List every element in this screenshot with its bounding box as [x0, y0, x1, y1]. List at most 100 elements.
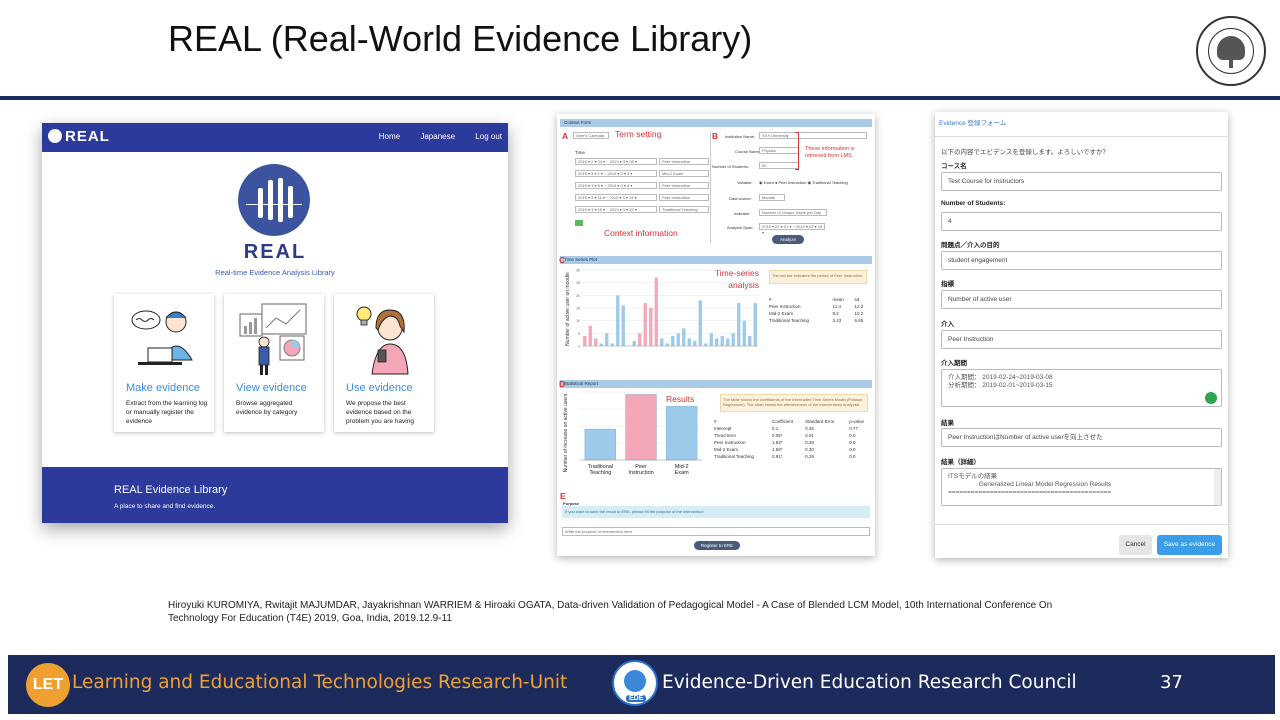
ts-bar	[649, 308, 653, 346]
save-evidence-button[interactable]: Save as evidence	[1157, 535, 1222, 555]
result-field[interactable]: Peer InstructionはNumber of active userを向…	[941, 428, 1222, 447]
variable-radio-group[interactable]: ◉ Exam ● Peer Instruction ◉ Traditional …	[759, 180, 848, 185]
ts-bar	[726, 338, 730, 346]
term-type[interactable]: Mid-2 Exam	[659, 170, 709, 177]
term-type[interactable]: Peer Instruction	[659, 194, 709, 201]
detail-field[interactable]: ITSモデルの結果 Generalized Linear Model Regre…	[941, 468, 1222, 506]
evidence-form-screenshot: Evidence 登録フォーム 以下の内容でエビデンスを登録します。よろしいです…	[935, 112, 1228, 558]
intervention-field[interactable]: Peer Instruction	[941, 330, 1222, 349]
term-date-range[interactable]: 2019 ▾ 2 ▾ 24 ▾ ~ 2019 ▾ 3 ▾ 08 ▾	[575, 158, 657, 165]
term-type[interactable]: Peer Instruction	[659, 158, 709, 165]
view-evidence-card[interactable]: View evidence Browse aggregated evidence…	[224, 294, 324, 432]
ts-bar	[643, 302, 647, 346]
students-input[interactable]: 50	[759, 162, 799, 169]
ts-bar	[638, 333, 642, 346]
term-type[interactable]: Traditional Teaching	[659, 206, 709, 213]
period-label: 介入期間	[941, 360, 967, 367]
table-cell: Traditional Teaching	[714, 454, 755, 459]
nav-home-link[interactable]: Home	[379, 132, 400, 141]
purpose-input[interactable]: Write the purpose or intervention here	[562, 527, 870, 536]
tick-label: 10	[576, 319, 580, 323]
indicator-field[interactable]: Number of active user	[941, 290, 1222, 309]
divider	[710, 131, 711, 243]
ts-bar	[715, 338, 719, 346]
students-label: Number of Students:	[941, 200, 1006, 207]
table-cell: 0.77	[849, 426, 859, 431]
table-row: Mid-2 Exam 1.58* 0.30 0.0	[712, 446, 872, 453]
real-nav-logo[interactable]: REAL	[48, 128, 110, 145]
table-cell: Mid-2 Exam	[714, 447, 739, 452]
term-date-range[interactable]: 2019 ▾ 3 ▾ 1 ▾ ~ 2019 ▾ 3 ▾ 5 ▾	[575, 170, 657, 177]
institution-input[interactable]: XXX University	[759, 132, 867, 139]
analysis-span-label: Analysis Span:	[727, 225, 754, 230]
term-date-range[interactable]: 2019 ▾ 3 ▾ 6 ▾ ~ 2019 ▾ 3 ▾ 8 ▾	[575, 182, 657, 189]
nav-japanese-link[interactable]: Japanese	[420, 132, 455, 141]
problem-label: 問題点／介入の目的	[941, 242, 1000, 249]
ts-bar	[682, 328, 686, 346]
context-info-label: Context information	[604, 228, 678, 238]
ts-bar	[605, 333, 609, 346]
ts-bar	[737, 302, 741, 346]
ts-bar	[709, 333, 713, 346]
form-intro: 以下の内容でエビデンスを登録します。よろしいですか？	[941, 149, 1110, 156]
term-type[interactable]: Peer Instruction	[659, 182, 709, 189]
table-cell: 8.2	[832, 311, 839, 316]
real-hero-subtitle: Real-time Evidence Analysis Library	[215, 268, 335, 277]
table-row: Trend term 0.05* 0.01 0.0	[712, 432, 872, 439]
radio-option[interactable]: Peer Instruction	[778, 180, 806, 185]
detail-scrollbar[interactable]	[1214, 469, 1221, 505]
radio-option[interactable]: Exam	[764, 180, 774, 185]
real-app-screenshot: REAL Home Japanese Log out REAL Real-tim…	[42, 123, 508, 523]
table-cell: 0.29	[805, 454, 814, 459]
effect-bar	[666, 406, 698, 461]
indicator-select[interactable]: Number of Unique Users per Day	[759, 209, 827, 216]
period-field[interactable]: 介入期間： 2019-02-24~2019-03-08 分析期間： 2019-0…	[941, 369, 1222, 407]
real-footer-subtitle: A place to share and find evidence.	[114, 503, 216, 510]
register-button[interactable]: Register to ERE	[694, 541, 740, 550]
real-footer: REAL Evidence Library A place to share a…	[42, 467, 508, 523]
make-evidence-card[interactable]: Make evidence Extract from the learning …	[114, 294, 214, 432]
table-cell: 0.30	[805, 447, 814, 452]
table-cell: Mid-2 Exam	[769, 311, 794, 316]
time-label: Time	[575, 150, 585, 155]
nav-logout-link[interactable]: Log out	[475, 132, 502, 141]
table-cell: 12.2	[854, 304, 864, 309]
use-evidence-card[interactable]: Use evidence We propose the best evidenc…	[334, 294, 434, 432]
ts-stats-table: # mean sd Peer Instruction 11.4 12.2 Mid-2…	[767, 296, 871, 324]
table-cell: 10.2	[854, 311, 864, 316]
effect-bar	[625, 394, 657, 461]
ts-bar	[671, 335, 675, 346]
ede-rocket-logo-icon: EDE	[612, 660, 658, 706]
analyze-button[interactable]: Analyze	[772, 235, 804, 244]
card-title: Make evidence	[126, 382, 200, 394]
term-select[interactable]: User's Calendar	[573, 132, 609, 139]
logo-line	[246, 204, 302, 205]
real-hero-logo-icon	[238, 164, 310, 236]
add-term-button[interactable]	[575, 220, 583, 226]
context-form-header: Context Form	[560, 119, 872, 127]
table-header: #	[714, 419, 717, 424]
table-row: Intercept 0.1 0.35 0.77	[712, 425, 872, 432]
table-header: sd	[854, 297, 860, 302]
term-date-range[interactable]: 2019 ▾ 3 ▾ 15 ▾ ~ 2019 ▾ 3 ▾ 22 ▾	[575, 206, 657, 213]
table-cell: 0.0	[849, 454, 856, 459]
real-logo-icon	[48, 129, 62, 143]
course-input[interactable]: Physics	[759, 147, 799, 154]
table-cell: 0.05*	[771, 433, 783, 438]
table-row: Mid-2 Exam 8.2 10.2	[767, 310, 871, 317]
students-field[interactable]: 4	[941, 212, 1222, 231]
grammarly-icon[interactable]	[1205, 392, 1217, 404]
cancel-button[interactable]: Cancel	[1119, 535, 1152, 555]
purpose-note: If you want to save the result to ERE, p…	[562, 506, 870, 518]
course-field[interactable]: Test Course for Instructors	[941, 172, 1222, 191]
table-cell: 11.4	[832, 304, 841, 309]
data-source-select[interactable]: Moodle	[759, 194, 785, 201]
ts-bar	[654, 277, 658, 346]
table-cell: 1.93*	[771, 440, 783, 445]
analysis-span-select[interactable]: 2019 ▾ 02 ▾ 01 ▾ ~ 2019 ▾ 03 ▾ 15 ▾	[759, 223, 825, 235]
radio-option[interactable]: Traditional Teaching	[812, 180, 848, 185]
term-date-range[interactable]: 2019 ▾ 3 ▾ 11 ▾ ~ 2019 ▾ 3 ▾ 14 ▾	[575, 194, 657, 201]
problem-field[interactable]: student engagement	[941, 251, 1222, 270]
seal-tree-trunk	[1229, 56, 1233, 68]
ts-bar	[610, 343, 614, 346]
